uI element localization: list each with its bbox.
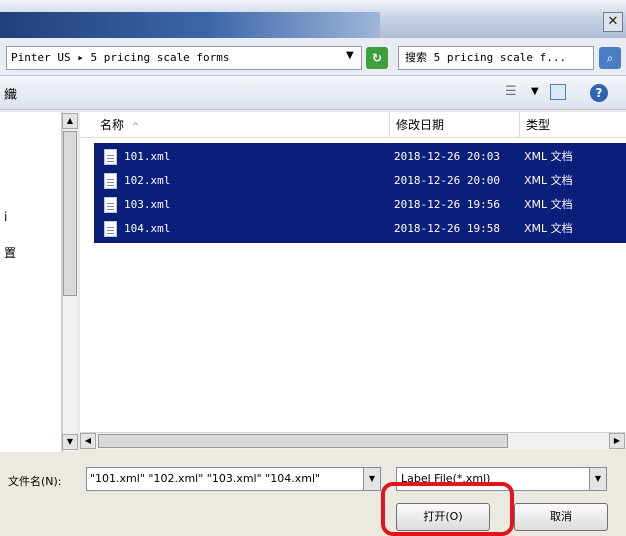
file-date: 2018-12-26 19:56 [394,198,500,211]
file-type: XML 文档 [524,198,573,211]
divider [80,137,626,138]
file-name: 102.xml [124,174,171,187]
file-row[interactable]: 101.xml 2018-12-26 20:03 XML 文档 [94,145,626,169]
sort-indicator-icon: ^ [131,122,140,132]
xml-file-icon [104,173,117,189]
cancel-button[interactable]: 取消 [514,503,608,531]
nav-item-label[interactable]: i [4,210,7,224]
filename-field[interactable]: "101.xml" "102.xml" "103.xml" "104.xml" [86,467,364,491]
title-bar-fill [0,12,380,38]
scroll-down-icon[interactable]: ▼ [62,434,78,450]
preview-pane-icon[interactable] [550,84,566,100]
file-type: XML 文档 [524,222,573,235]
search-input[interactable]: 搜索 5 pricing scale f... [398,46,594,70]
column-header-date[interactable]: 修改日期 [390,112,520,138]
scroll-left-icon[interactable]: ◀ [80,433,96,449]
search-icon[interactable]: ⌕ [599,47,621,69]
column-name-label: 名称 [100,118,125,132]
file-type: XML 文档 [524,174,573,187]
file-row[interactable]: 103.xml 2018-12-26 19:56 XML 文档 [94,193,626,217]
chevron-down-icon[interactable]: ▼ [346,50,354,61]
file-type: XML 文档 [524,150,573,163]
nav-item-label[interactable]: 置 [4,244,16,261]
file-date: 2018-12-26 19:58 [394,222,500,235]
file-date: 2018-12-26 20:03 [394,150,500,163]
file-row[interactable]: 102.xml 2018-12-26 20:00 XML 文档 [94,169,626,193]
close-button[interactable]: ✕ [603,12,623,32]
scrollbar-thumb[interactable] [98,434,508,448]
scroll-up-icon[interactable]: ▲ [62,113,78,129]
file-name: 103.xml [124,198,171,211]
address-path[interactable]: Pinter US ▸ 5 pricing scale forms [6,46,362,70]
scrollbar-thumb[interactable] [63,131,77,296]
column-header-type[interactable]: 类型 [520,112,626,138]
file-name: 101.xml [124,150,171,163]
scroll-right-icon[interactable]: ▶ [609,433,625,449]
file-row[interactable]: 104.xml 2018-12-26 19:58 XML 文档 [94,217,626,241]
xml-file-icon [104,221,117,237]
toolbar-label-fragment[interactable]: 織 [4,84,17,103]
xml-file-icon [104,197,117,213]
filename-label: 文件名(N): [8,475,62,488]
xml-file-icon [104,149,117,165]
help-icon[interactable]: ? [590,84,608,102]
column-header-name[interactable]: 名称 ^ [94,112,390,138]
chevron-down-icon[interactable]: ▼ [363,467,381,491]
view-mode-icon[interactable]: ☰ [505,84,521,100]
file-date: 2018-12-26 20:00 [394,174,500,187]
refresh-icon[interactable]: ↻ [366,47,388,69]
chevron-down-icon[interactable]: ▼ [531,86,539,97]
file-name: 104.xml [124,222,171,235]
navigation-pane[interactable] [0,112,62,452]
annotation-highlight [381,482,514,536]
chevron-down-icon[interactable]: ▼ [589,467,607,491]
